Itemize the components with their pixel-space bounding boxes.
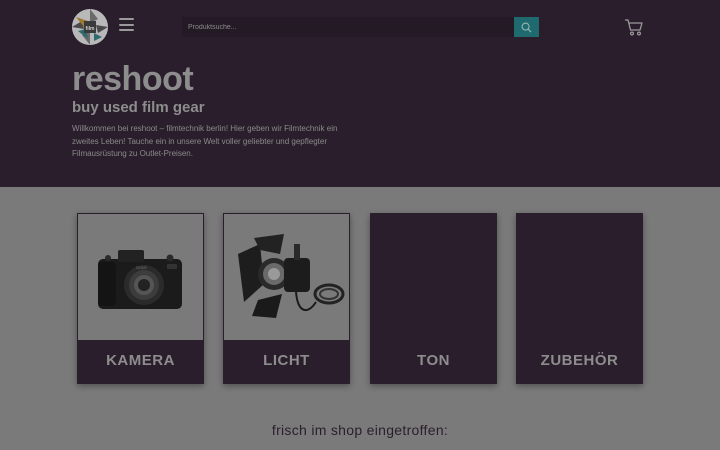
svg-text:SONY: SONY	[136, 265, 148, 270]
search-bar	[182, 17, 539, 37]
category-card-ton[interactable]: TON	[370, 213, 497, 384]
category-card-kamera[interactable]: SONY KAMERA	[77, 213, 204, 384]
section-heading-new-arrivals: frisch im shop eingetroffen:	[271, 422, 449, 438]
brand-description: Willkommen bei reshoot – filmtechnik ber…	[72, 124, 338, 158]
category-card-licht[interactable]: LICHT	[223, 213, 350, 384]
camera-image: SONY	[78, 214, 203, 340]
search-button[interactable]	[514, 17, 539, 37]
category-card-zubehoer[interactable]: ZUBEHÖR	[516, 213, 643, 384]
brand-title: reshoot	[72, 60, 194, 98]
category-label: TON	[417, 352, 450, 369]
brand-subtitle: buy used film gear	[72, 99, 205, 116]
film-light-image	[224, 214, 349, 340]
search-icon	[521, 22, 532, 33]
category-label: KAMERA	[106, 352, 175, 369]
hamburger-menu-icon[interactable]	[119, 18, 134, 33]
cart-icon[interactable]	[624, 18, 644, 36]
category-label: LICHT	[263, 352, 310, 369]
category-label: ZUBEHÖR	[540, 352, 619, 369]
svg-text:film: film	[86, 26, 95, 32]
aperture-logo-icon: film	[72, 9, 108, 45]
hero-section: film reshoot buy used film gear Willkomm…	[0, 0, 720, 187]
search-input[interactable]	[182, 17, 514, 37]
logo[interactable]: film	[72, 9, 108, 45]
